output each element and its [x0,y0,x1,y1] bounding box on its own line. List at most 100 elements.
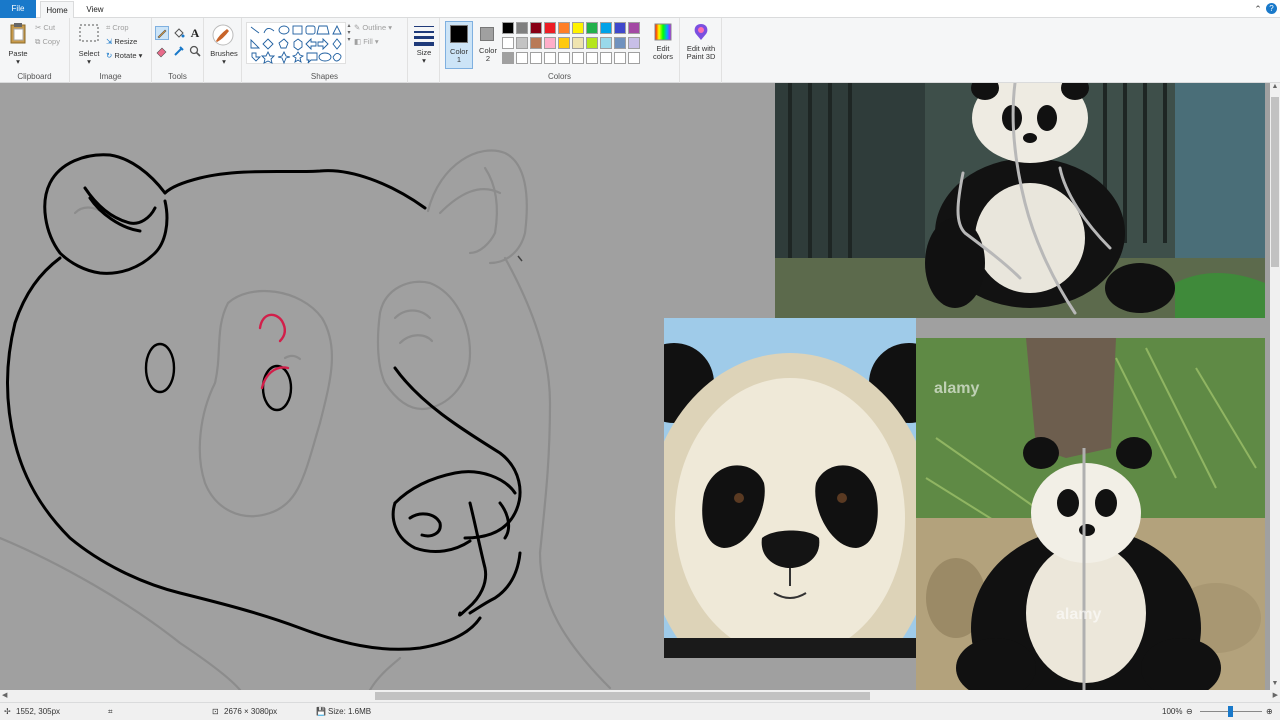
zoom-out-button[interactable]: ⊖ [1186,707,1193,716]
crop-icon: ⌗ [106,23,111,32]
watermark-2: alamy [1056,606,1102,623]
palette-swatch[interactable] [502,22,514,34]
palette-swatch[interactable] [572,37,584,49]
eyedropper-icon [174,46,184,56]
palette-swatch[interactable] [558,52,570,64]
color-picker-tool[interactable] [172,44,186,58]
brush-cursor [517,255,523,262]
help-icon[interactable]: ? [1266,3,1277,14]
palette-swatch[interactable] [572,22,584,34]
eraser-icon [156,47,167,58]
copy-button[interactable]: ⧉ Copy [35,36,60,48]
shapes-gallery[interactable] [246,22,346,65]
eraser-tool[interactable] [155,44,169,58]
select-dropdown-icon[interactable]: ▾ [75,57,103,66]
reference-photo-sitting-panda: alamy alamy [916,338,1265,690]
text-tool[interactable]: A [188,26,202,40]
paint3d-icon [694,24,708,40]
palette-swatch[interactable] [614,37,626,49]
palette-swatch[interactable] [628,22,640,34]
outline-button[interactable]: ✎ Outline ▾ [354,22,392,34]
palette-swatch[interactable] [530,37,542,49]
color2-button[interactable]: Color 2 [475,21,501,69]
paste-dropdown-icon[interactable]: ▾ [4,57,32,66]
horizontal-scrollbar[interactable]: ◀ ▶ [0,690,1280,702]
panda-sketch [0,149,612,690]
paint-bucket-icon [174,28,185,38]
vertical-scrollbar[interactable]: ▲ ▼ [1270,83,1280,690]
palette-swatch[interactable] [530,22,542,34]
palette-swatch[interactable] [516,37,528,49]
palette-swatch[interactable] [558,37,570,49]
collapse-ribbon-icon[interactable]: ⌃ [1252,3,1264,15]
palette-swatch[interactable] [600,22,612,34]
scroll-left-icon[interactable]: ◀ [2,691,7,699]
palette-swatch[interactable] [544,37,556,49]
fill-label: Fill [363,37,373,46]
palette-swatch[interactable] [628,52,640,64]
palette-swatch[interactable] [544,22,556,34]
ribbon-tabs: File Home View ⌃ ? [0,0,1280,18]
magnifier-tool[interactable] [188,44,202,58]
fill-tool[interactable] [172,26,186,40]
tools-group: A Tools [152,18,204,83]
select-button[interactable]: Select ▾ [75,21,103,73]
edit-colors-button[interactable]: Edit colors [648,21,678,69]
paste-button[interactable]: Paste ▾ [4,21,32,73]
rotate-button[interactable]: ↻ Rotate ▾ [106,50,142,62]
palette-swatch[interactable] [586,37,598,49]
shapes-scroll[interactable]: ▴ ▾ ▾ [346,22,352,64]
brushes-button[interactable]: Brushes ▾ [209,21,239,73]
palette-swatch[interactable] [516,22,528,34]
zoom-slider-thumb[interactable] [1228,706,1233,717]
size-dropdown-icon[interactable]: ▾ [412,56,436,65]
palette-swatch[interactable] [544,52,556,64]
palette-swatch[interactable] [600,37,612,49]
palette-swatch[interactable] [502,37,514,49]
scroll-up-icon[interactable]: ▲ [1270,83,1280,93]
color-palette [502,21,652,69]
shapes-gallery-icons [250,24,342,65]
palette-swatch[interactable] [614,22,626,34]
clipboard-group: Paste ▾ ✂ Cut ⧉ Copy Clipboard [0,18,70,83]
status-bar: ✢ 1552, 305px ⌗ ⊡ 2676 × 3080px 💾 Size: … [0,702,1280,720]
color2-swatch [480,27,494,41]
rotate-icon: ↻ [106,51,113,60]
color1-button[interactable]: Color 1 [445,21,473,69]
palette-swatch[interactable] [614,52,626,64]
tab-view[interactable]: View [78,1,112,18]
palette-swatch[interactable] [586,22,598,34]
workspace: alamy alamy [0,83,1270,690]
palette-swatch[interactable] [586,52,598,64]
drawing-canvas[interactable]: alamy alamy [0,83,1270,690]
zoo-panda-illustration [775,83,1265,318]
palette-swatch[interactable] [628,37,640,49]
palette-swatch[interactable] [502,52,514,64]
palette-swatch[interactable] [558,22,570,34]
horizontal-scroll-thumb[interactable] [375,692,870,700]
cut-button[interactable]: ✂ Cut [35,22,55,34]
edit-with-paint3d-button[interactable]: Edit with Paint 3D [682,21,720,71]
palette-swatch[interactable] [516,52,528,64]
vertical-scroll-thumb[interactable] [1271,97,1279,267]
reference-photo-zoo-panda [775,83,1265,318]
resize-button[interactable]: ⇲ Resize [106,36,137,48]
scroll-right-icon[interactable]: ▶ [1273,691,1278,699]
palette-swatch[interactable] [600,52,612,64]
color1-swatch [450,25,468,43]
tools-group-label: Tools [168,72,187,81]
palette-swatch[interactable] [572,52,584,64]
size-button[interactable]: Size ▾ [412,22,436,72]
shapes-group: ▴ ▾ ▾ ✎ Outline ▾ ◧ Fill ▾ Shapes [242,18,408,83]
cursor-position-icon: ✢ [4,707,11,716]
tab-file[interactable]: File [0,0,36,18]
palette-swatch[interactable] [530,52,542,64]
color2-number: 2 [485,54,491,63]
zoom-in-button[interactable]: ⊕ [1266,707,1273,716]
fill-button[interactable]: ◧ Fill ▾ [354,36,379,48]
tab-home[interactable]: Home [40,1,74,18]
pencil-tool[interactable] [155,26,169,40]
crop-button[interactable]: ⌗ Crop [106,22,129,34]
scroll-down-icon[interactable]: ▼ [1270,680,1280,690]
brushes-dropdown-icon[interactable]: ▾ [209,57,239,66]
